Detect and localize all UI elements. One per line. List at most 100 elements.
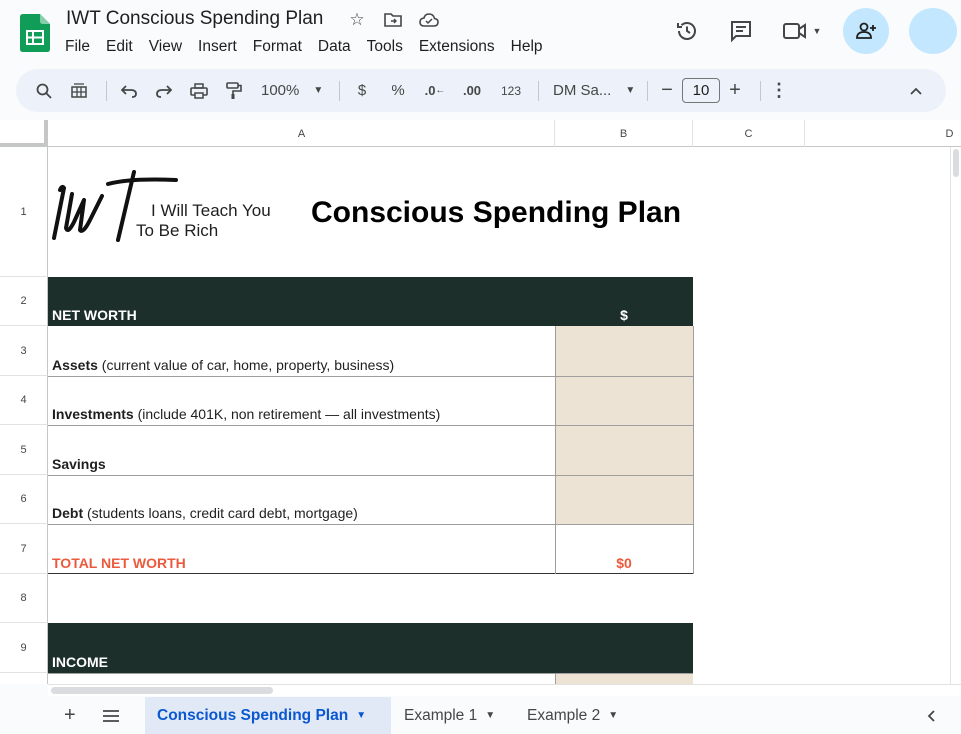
column-header-b[interactable]: B [555, 120, 693, 147]
menu-extensions[interactable]: Extensions [411, 37, 503, 57]
spreadsheet-grid[interactable]: A B C D 1 2 3 4 5 6 7 8 9 I Will Teach Y… [0, 120, 961, 684]
meet-icon[interactable]: ▼ [775, 11, 829, 51]
savings-value-input[interactable] [555, 425, 693, 475]
increase-decimal-label: .00 [462, 83, 482, 98]
comments-icon[interactable] [721, 11, 761, 51]
row-header-1[interactable]: 1 [0, 147, 48, 277]
move-folder-icon[interactable] [382, 9, 404, 31]
row-header-6[interactable]: 6 [0, 475, 48, 524]
menu-edit[interactable]: Edit [98, 37, 141, 57]
row-header-9[interactable]: 9 [0, 623, 48, 673]
share-button[interactable] [843, 8, 889, 54]
total-net-worth-label[interactable]: TOTAL NET WORTH [48, 524, 555, 574]
row-border [48, 376, 693, 377]
sheet-tab-bar: + Conscious Spending Plan ▼ Example 1 ▼ … [0, 697, 961, 734]
toolbar: 100% ▼ $ % .0 ← .00 123 DM Sa... ▼ − 10 +… [16, 69, 946, 112]
print-icon[interactable] [187, 77, 211, 105]
cloud-saved-icon[interactable] [418, 9, 440, 31]
decrease-font-size-button[interactable]: − [658, 77, 676, 105]
tab-conscious-spending-plan[interactable]: Conscious Spending Plan ▼ [145, 697, 391, 734]
logo-line-2: To Be Rich [136, 221, 219, 240]
debt-label: Debt [52, 505, 84, 521]
add-sheet-icon[interactable]: + [52, 697, 88, 734]
tab-example-2[interactable]: Example 2 ▼ [515, 697, 630, 734]
menu-view[interactable]: View [141, 37, 190, 57]
menus-icon[interactable] [67, 77, 91, 105]
horizontal-scroll-thumb[interactable] [51, 687, 273, 694]
toolbar-divider [760, 80, 761, 101]
row-header-3[interactable]: 3 [0, 326, 48, 376]
sheets-logo-icon[interactable] [20, 14, 50, 52]
savings-cell[interactable]: Savings [48, 425, 555, 475]
chevron-down-icon: ▼ [812, 26, 822, 36]
row-border [48, 475, 693, 476]
column-headers: A B C D [0, 120, 961, 147]
tab-menu-icon[interactable]: ▼ [485, 710, 495, 721]
investments-cell[interactable]: Investments (include 401K, non retiremen… [48, 376, 555, 425]
logo-line-1: I Will Teach You [151, 201, 271, 220]
total-net-worth-value[interactable]: $0 [555, 524, 693, 574]
income-value-header[interactable] [555, 623, 693, 673]
tab-example-1[interactable]: Example 1 ▼ [392, 697, 507, 734]
assets-cell[interactable]: Assets (current value of car, home, prop… [48, 326, 555, 376]
investments-value-input[interactable] [555, 376, 693, 425]
toolbar-divider [538, 80, 539, 101]
menu-help[interactable]: Help [503, 37, 551, 57]
menu-tools[interactable]: Tools [359, 37, 411, 57]
assets-value-input[interactable] [555, 326, 693, 376]
document-title[interactable]: IWT Conscious Spending Plan [66, 8, 323, 30]
row-header-5[interactable]: 5 [0, 425, 48, 475]
paint-format-icon[interactable] [222, 77, 246, 105]
currency-format-button[interactable]: $ [350, 77, 374, 105]
logo-wordmark: I Will Teach You To Be Rich [136, 201, 271, 241]
decrease-decimal-label: .0 [424, 83, 436, 98]
column-header-c[interactable]: C [693, 120, 805, 147]
increase-font-size-button[interactable]: + [726, 77, 744, 105]
search-icon[interactable] [32, 77, 56, 105]
row-header-8[interactable]: 8 [0, 574, 48, 623]
row-header-2[interactable]: 2 [0, 277, 48, 326]
debt-value-input[interactable] [555, 475, 693, 524]
row-header-4[interactable]: 4 [0, 376, 48, 425]
undo-icon[interactable] [117, 77, 141, 105]
menu-data[interactable]: Data [310, 37, 359, 57]
debt-cell[interactable]: Debt (students loans, credit card debt, … [48, 475, 555, 524]
tab-label: Example 1 [404, 706, 478, 724]
vertical-scroll-thumb[interactable] [953, 149, 959, 177]
menu-file[interactable]: File [57, 37, 98, 57]
income-value-input[interactable] [555, 673, 693, 684]
menu-insert[interactable]: Insert [190, 37, 245, 57]
chevron-left-icon[interactable] [915, 697, 947, 734]
font-select[interactable]: DM Sa... ▼ [549, 77, 643, 105]
star-icon[interactable]: ☆ [346, 9, 368, 31]
decrease-decimal-button[interactable]: .0 ← [422, 77, 448, 105]
column-header-a[interactable]: A [49, 120, 555, 147]
version-history-icon[interactable] [667, 11, 707, 51]
net-worth-header[interactable]: NET WORTH [48, 277, 555, 326]
column-header-d[interactable]: D [805, 120, 961, 147]
row-header-10[interactable] [0, 673, 48, 684]
tab-menu-icon[interactable]: ▼ [608, 710, 618, 721]
select-all-corner[interactable] [0, 120, 48, 147]
tab-menu-icon[interactable]: ▼ [356, 710, 366, 721]
redo-icon[interactable] [152, 77, 176, 105]
number-format-button[interactable]: 123 [496, 77, 526, 105]
arrow-left-icon: ← [435, 85, 446, 96]
font-size-input[interactable]: 10 [682, 78, 720, 103]
zoom-value: 100% [261, 82, 300, 99]
percent-format-button[interactable]: % [386, 77, 410, 105]
more-options-icon[interactable]: ⋮ [770, 77, 788, 105]
collapse-menus-icon[interactable] [904, 77, 928, 105]
column-border [555, 673, 556, 684]
row-header-7[interactable]: 7 [0, 524, 48, 574]
currency-header[interactable]: $ [555, 277, 693, 326]
vertical-scrollbar[interactable] [950, 147, 961, 684]
horizontal-scrollbar[interactable] [48, 684, 961, 696]
avatar[interactable] [909, 8, 957, 54]
assets-note: (current value of car, home, property, b… [97, 357, 395, 373]
all-sheets-icon[interactable] [90, 697, 132, 734]
income-header[interactable]: INCOME [48, 623, 555, 673]
menu-format[interactable]: Format [245, 37, 310, 57]
increase-decimal-button[interactable]: .00 [458, 77, 486, 105]
zoom-select[interactable]: 100% ▼ [257, 77, 335, 105]
